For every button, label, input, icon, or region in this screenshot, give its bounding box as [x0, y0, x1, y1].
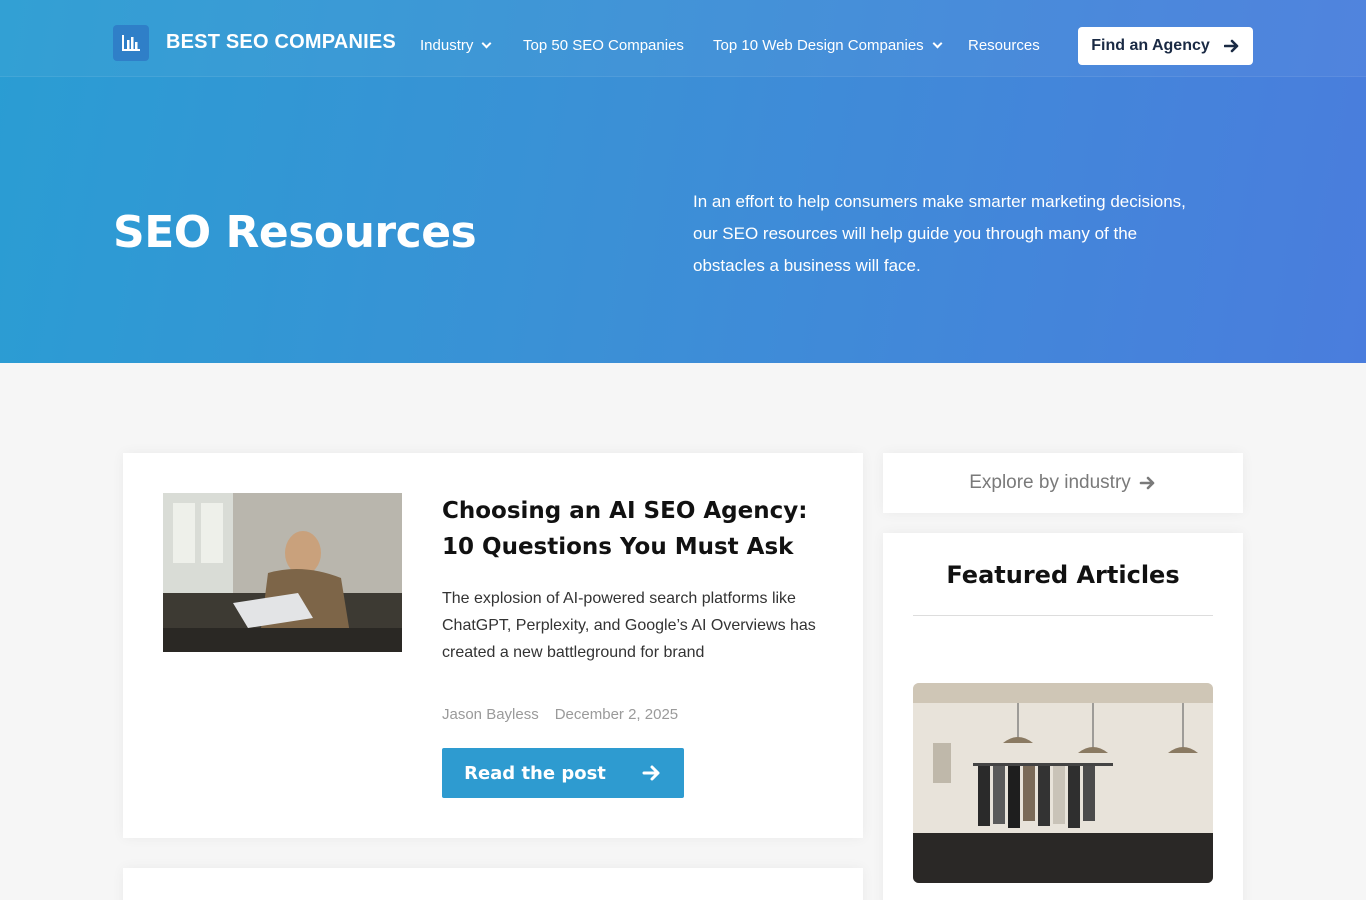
explore-industry-button[interactable]: Explore by industry: [883, 453, 1243, 513]
read-post-button[interactable]: Read the post: [442, 748, 684, 798]
find-agency-button[interactable]: Find an Agency: [1078, 27, 1253, 65]
brand-name[interactable]: BEST SEO COMPANIES: [166, 31, 396, 54]
nav-item-label: Top 10 Web Design Companies: [713, 37, 924, 54]
featured-article-image[interactable]: [913, 683, 1213, 883]
post-title[interactable]: Choosing an AI SEO Agency: 10 Questions …: [442, 493, 822, 565]
post-author[interactable]: Jason Bayless: [442, 706, 539, 723]
divider: [913, 615, 1213, 616]
nav-item-top-10-web-design[interactable]: Top 10 Web Design Companies: [713, 37, 943, 54]
featured-articles-title: Featured Articles: [946, 561, 1180, 589]
page-title: SEO Resources: [113, 207, 477, 258]
find-agency-label: Find an Agency: [1091, 37, 1210, 54]
post-meta: Jason Bayless December 2, 2025: [442, 706, 678, 723]
arrow-right-icon: [1139, 476, 1155, 490]
featured-articles-panel: Featured Articles: [883, 533, 1243, 900]
post-thumbnail[interactable]: [163, 493, 402, 652]
arrow-right-icon: [642, 765, 660, 781]
bar-chart-icon[interactable]: [113, 25, 149, 61]
post-card: [123, 868, 863, 900]
post-card: Choosing an AI SEO Agency: 10 Questions …: [123, 453, 863, 838]
nav-item-label: Top 50 SEO Companies: [523, 37, 684, 54]
hero-description: In an effort to help consumers make smar…: [693, 192, 1186, 275]
read-post-label: Read the post: [464, 762, 606, 784]
arrow-right-icon: [1223, 39, 1239, 53]
nav-item-top-50[interactable]: Top 50 SEO Companies: [523, 37, 684, 54]
post-excerpt: The explosion of AI-powered search platf…: [442, 590, 816, 661]
explore-industry-label: Explore by industry: [969, 472, 1131, 493]
navbar: BEST SEO COMPANIES Industry Top 50 SEO C…: [0, 0, 1366, 77]
nav-item-resources[interactable]: Resources: [968, 37, 1040, 54]
post-date: December 2, 2025: [554, 706, 679, 723]
chevron-down-icon: [932, 38, 943, 49]
chevron-down-icon: [481, 38, 492, 49]
nav-item-industry[interactable]: Industry: [420, 37, 492, 54]
nav-item-label: Industry: [420, 37, 474, 54]
nav-item-label: Resources: [968, 37, 1040, 54]
